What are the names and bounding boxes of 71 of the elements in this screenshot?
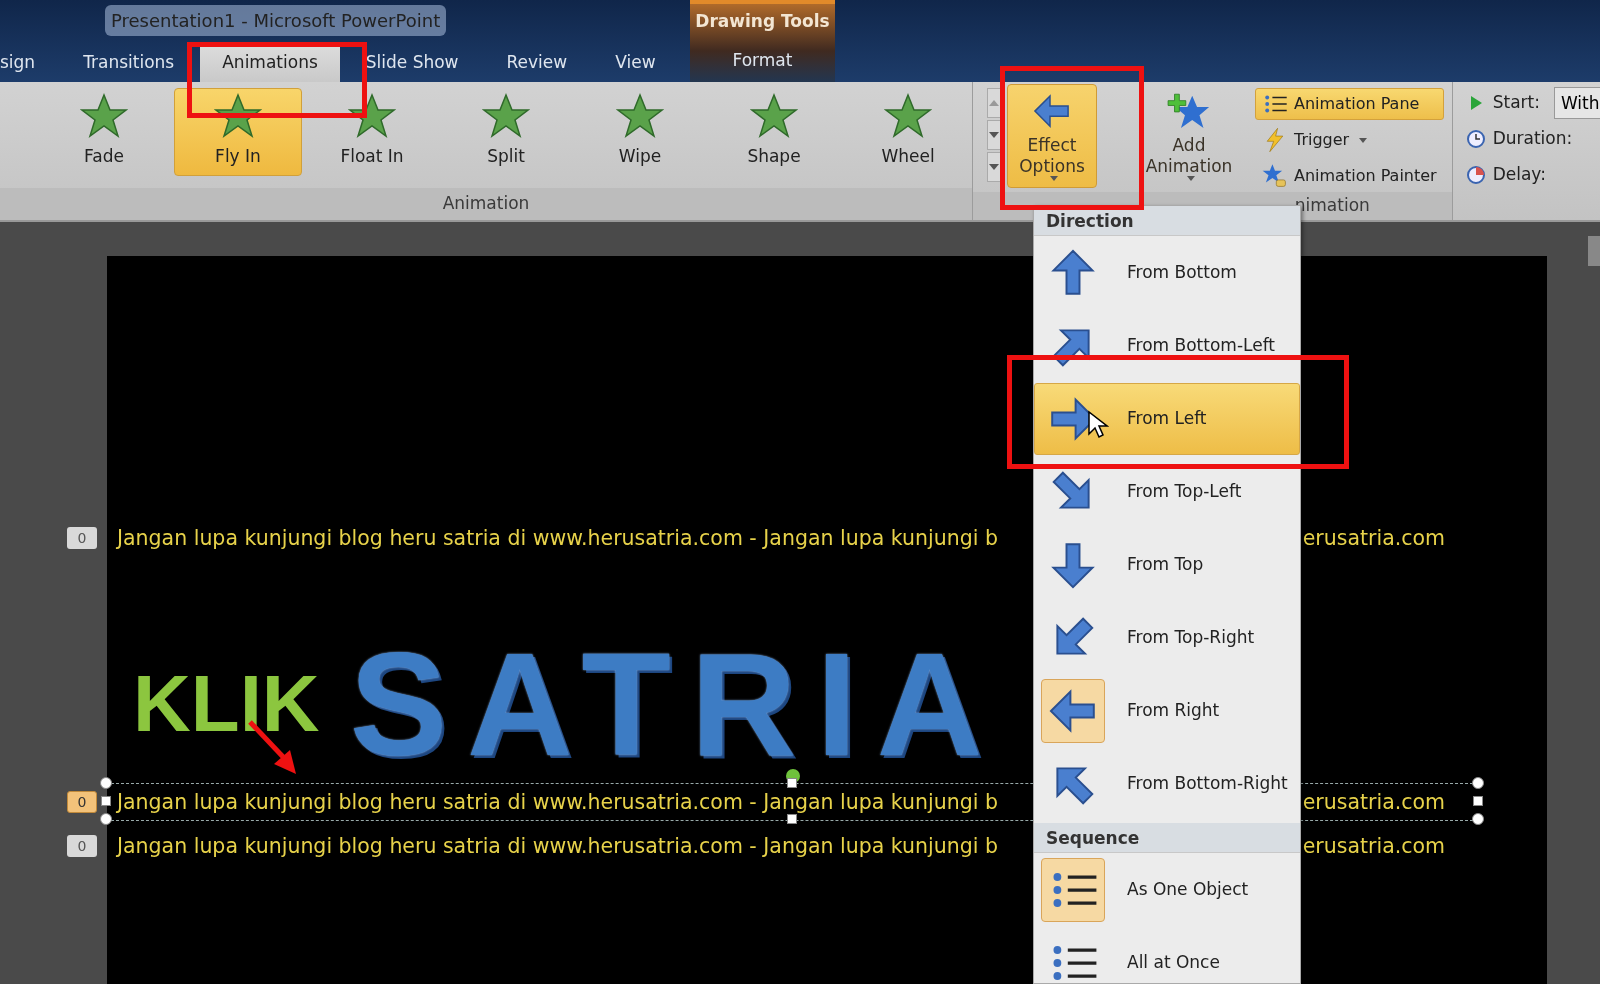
menu-item[interactable]: From Right xyxy=(1034,675,1300,747)
animation-gallery-item[interactable]: Shape xyxy=(710,88,838,176)
animation-gallery-item[interactable]: Wipe xyxy=(576,88,704,176)
word-art-text: SATRIA xyxy=(349,644,1003,767)
contextual-group-title: Drawing Tools xyxy=(694,10,831,34)
clock-icon xyxy=(1466,166,1485,184)
menu-item[interactable]: From Bottom-Right xyxy=(1034,748,1300,820)
star-icon xyxy=(80,91,128,140)
menu-section-header: Direction xyxy=(1034,206,1300,236)
field-label: Delay: xyxy=(1492,163,1546,187)
scroll-down-button[interactable] xyxy=(987,120,1001,150)
ribbon-tab[interactable]: Format xyxy=(690,40,835,80)
animation-gallery-item[interactable]: Float In xyxy=(308,88,436,176)
resize-handle[interactable] xyxy=(100,777,112,789)
menu-item[interactable]: From Bottom-Left xyxy=(1034,310,1300,382)
scrollbar-thumb[interactable] xyxy=(1588,236,1600,266)
field-label: Duration: xyxy=(1492,127,1573,151)
animation-order-tag[interactable]: 0 xyxy=(67,527,97,549)
resize-handle[interactable] xyxy=(1472,777,1484,789)
star-icon xyxy=(884,91,932,140)
menu-item[interactable]: From Top-Right xyxy=(1034,602,1300,674)
star-icon xyxy=(214,91,262,140)
resize-handle[interactable] xyxy=(787,814,797,824)
window-title: Presentation1 - Microsoft PowerPoint xyxy=(105,4,447,36)
slide-text: Jangan lupa kunjungi blog heru satria di www.herusatria.com - Jangan lupa kunjungi b xyxy=(117,832,998,860)
field-label: Start: xyxy=(1492,91,1540,115)
animation-gallery-item[interactable]: Fly In xyxy=(174,88,302,176)
slide-text: Jangan lupa kunjungi blog heru satria di www.herusatria.com - Jangan lupa kunjungi b xyxy=(117,524,998,552)
star-icon xyxy=(750,91,798,140)
ribbon-tab[interactable]: Review xyxy=(484,42,590,82)
resize-handle[interactable] xyxy=(100,813,112,825)
star-icon xyxy=(482,91,530,140)
add-animation-button[interactable]: Add Animation xyxy=(1131,84,1247,188)
cursor-icon xyxy=(1087,410,1109,440)
ribbon-tab[interactable]: View xyxy=(593,42,678,82)
group-label: Animation xyxy=(0,188,972,220)
animation-gallery-item[interactable]: Split xyxy=(442,88,570,176)
menu-item[interactable]: From Bottom xyxy=(1034,237,1300,309)
animation-order-tag[interactable]: 0 xyxy=(67,835,97,857)
resize-handle[interactable] xyxy=(1472,813,1484,825)
ribbon-tab[interactable]: Transitions xyxy=(61,42,197,82)
menu-section-header: Sequence xyxy=(1034,823,1300,853)
menu-item[interactable]: All at Once xyxy=(1034,927,1300,983)
clock-icon xyxy=(1466,130,1485,148)
menu-item[interactable]: From Top xyxy=(1034,529,1300,601)
resize-handle[interactable] xyxy=(1473,796,1483,806)
menu-item[interactable]: From Left xyxy=(1034,383,1300,455)
slide-text: erusatria.com xyxy=(1302,788,1445,816)
animation-gallery-item[interactable]: Wheel xyxy=(844,88,972,176)
slide-text: erusatria.com xyxy=(1302,524,1445,552)
ribbon-command[interactable]: Trigger xyxy=(1255,124,1444,156)
resize-handle[interactable] xyxy=(101,796,111,806)
star-brush-icon xyxy=(1262,163,1288,189)
scroll-up-button[interactable] xyxy=(987,88,1001,118)
resize-handle[interactable] xyxy=(787,778,797,788)
slide-text: Jangan lupa kunjungi blog heru satria di www.herusatria.com - Jangan lupa kunjungi b xyxy=(117,788,998,816)
animation-order-tag[interactable]: 0 xyxy=(67,791,97,813)
callout-text: KLIK xyxy=(133,664,320,744)
ribbon-command[interactable]: Animation Pane xyxy=(1255,88,1444,120)
star-icon xyxy=(348,91,396,140)
more-button[interactable] xyxy=(987,152,1001,182)
menu-item[interactable]: From Top-Left xyxy=(1034,456,1300,528)
ribbon-command[interactable]: Animation Painter xyxy=(1255,160,1444,192)
effect-options-button[interactable]: Effect Options xyxy=(1007,84,1097,188)
menu-item[interactable]: As One Object xyxy=(1034,854,1300,926)
star-icon xyxy=(616,91,664,140)
ribbon-tab[interactable]: Slide Show xyxy=(343,42,481,82)
animation-gallery-item[interactable]: Fade xyxy=(40,88,168,176)
ribbon-tab[interactable]: sign xyxy=(0,42,58,82)
slide-text: erusatria.com xyxy=(1302,832,1445,860)
start-field[interactable]: With xyxy=(1553,87,1600,119)
